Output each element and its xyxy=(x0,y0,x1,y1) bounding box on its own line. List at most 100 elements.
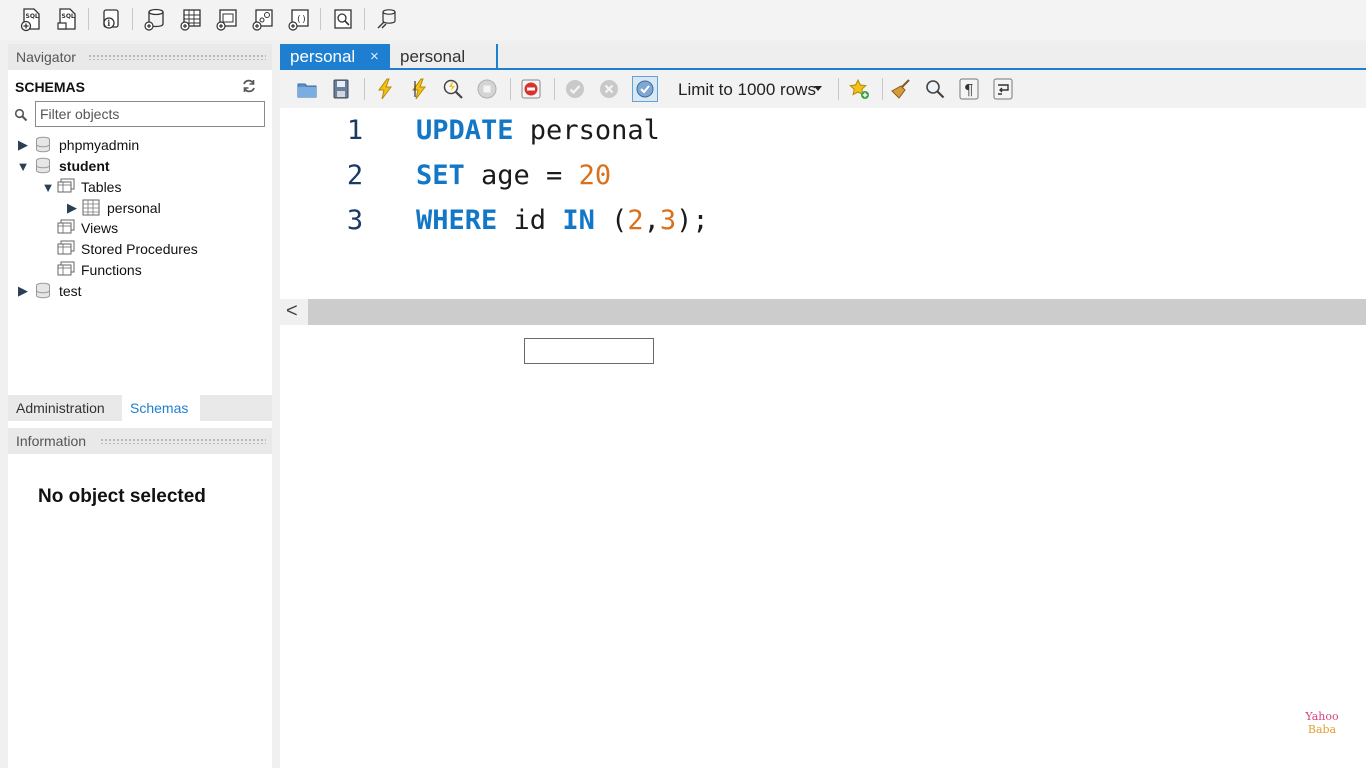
create-table-button[interactable] xyxy=(176,4,206,34)
toggle-word-wrap-button[interactable] xyxy=(990,76,1016,102)
tree-item-label: test xyxy=(59,283,82,299)
sql-token: , xyxy=(643,205,660,236)
find-button[interactable] xyxy=(922,76,948,102)
rollback-button[interactable] xyxy=(596,76,622,102)
create-function-button[interactable]: () xyxy=(284,4,314,34)
watermark-line: Yahoo xyxy=(1305,710,1339,723)
open-sql-script-button[interactable]: SQL xyxy=(52,4,82,34)
stop-icon xyxy=(477,79,497,99)
svg-text:i: i xyxy=(107,18,110,28)
beautify-button[interactable] xyxy=(888,76,914,102)
limit-rows-select[interactable]: Limit to 1000 rows xyxy=(668,77,828,103)
explain-button[interactable] xyxy=(440,76,466,102)
tree-item-label: Tables xyxy=(81,179,122,195)
svg-text:(): () xyxy=(296,15,307,25)
expand-arrow-icon[interactable]: ▶ xyxy=(16,137,30,152)
editor-area: personal × personal Limit to 1000 rows ¶… xyxy=(280,44,1366,768)
save-icon xyxy=(333,79,349,99)
tree-item-phpmyadmin[interactable]: ▶ phpmyadmin xyxy=(16,135,139,155)
toolbar-separator xyxy=(364,78,365,100)
scroll-left-arrow-icon[interactable]: < xyxy=(286,300,298,323)
tree-item-label: phpmyadmin xyxy=(59,137,140,153)
svg-text:SQL: SQL xyxy=(26,13,39,20)
expand-arrow-icon[interactable]: ▶ xyxy=(16,283,30,298)
result-placeholder-box xyxy=(524,338,654,364)
tree-item-label: Views xyxy=(81,220,119,236)
create-schema-button[interactable] xyxy=(140,4,170,34)
toolbar-separator xyxy=(882,78,883,100)
tree-item-label: Stored Procedures xyxy=(81,241,198,257)
watermark-line: Baba xyxy=(1307,723,1337,736)
new-sql-tab-button[interactable]: SQL xyxy=(16,4,46,34)
reconnect-button[interactable] xyxy=(372,4,402,34)
information-header-label: Information xyxy=(16,433,87,449)
refresh-icon[interactable] xyxy=(241,78,257,94)
word-wrap-icon xyxy=(993,78,1013,100)
tree-item-functions[interactable]: Functions xyxy=(55,260,142,280)
create-view-icon xyxy=(216,9,237,31)
expand-arrow-icon[interactable]: ▶ xyxy=(65,200,79,215)
toolbar-separator xyxy=(320,8,321,30)
toolbar-separator xyxy=(510,78,511,100)
tree-item-label: personal xyxy=(107,200,161,216)
navigator-panel: Navigator SCHEMAS ▶ phpmyadmin ▼ student… xyxy=(8,44,272,768)
collapse-arrow-icon[interactable]: ▼ xyxy=(41,180,55,195)
panel-grip xyxy=(100,438,266,444)
tab-personal[interactable]: personal xyxy=(390,44,498,68)
sql-keyword: IN xyxy=(562,205,595,236)
result-area xyxy=(280,334,1366,768)
create-view-button[interactable] xyxy=(212,4,242,34)
execute-current-button[interactable] xyxy=(406,76,432,102)
tab-personal-active[interactable]: personal × xyxy=(280,44,390,68)
autocommit-toggle-button[interactable] xyxy=(632,76,658,102)
toolbar-separator xyxy=(88,8,89,30)
lightning-cursor-icon xyxy=(412,78,426,100)
add-snippet-button[interactable] xyxy=(846,76,872,102)
search-table-data-icon xyxy=(334,9,352,29)
folder-procedures-icon xyxy=(57,240,75,255)
toolbar-separator xyxy=(132,8,133,30)
folder-functions-icon xyxy=(57,261,75,276)
toggle-continue-on-error-button[interactable] xyxy=(518,76,544,102)
lightning-icon xyxy=(378,78,392,100)
open-file-button[interactable] xyxy=(294,76,320,102)
svg-text:¶: ¶ xyxy=(964,81,974,99)
cancel-icon xyxy=(600,80,618,98)
filter-objects-input[interactable] xyxy=(35,101,265,127)
tab-schemas[interactable]: Schemas xyxy=(122,395,200,421)
code-line: 2 SET age = 20 xyxy=(280,160,1366,200)
folder-icon xyxy=(297,83,317,98)
search-table-data-button[interactable] xyxy=(328,4,358,34)
tree-item-tables[interactable]: ▼ Tables xyxy=(41,177,121,197)
stop-button[interactable] xyxy=(474,76,500,102)
close-tab-icon[interactable]: × xyxy=(370,48,379,65)
broom-icon xyxy=(891,79,910,99)
navigator-bottom-tabs: Administration Schemas xyxy=(8,395,272,421)
sql-number: 20 xyxy=(578,160,612,191)
commit-button[interactable] xyxy=(562,76,588,102)
toolbar-separator xyxy=(554,78,555,100)
tree-item-views[interactable]: Views xyxy=(55,218,118,238)
tree-item-student[interactable]: ▼ student xyxy=(16,156,110,176)
autocommit-icon xyxy=(636,80,654,98)
create-table-icon xyxy=(180,9,201,31)
tree-item-personal-table[interactable]: ▶ personal xyxy=(65,198,161,218)
inspector-button[interactable]: i xyxy=(96,4,126,34)
svg-text:SQL: SQL xyxy=(62,13,75,20)
database-icon xyxy=(36,136,50,153)
chevron-down-icon[interactable] xyxy=(814,86,822,91)
toggle-invisible-chars-button[interactable]: ¶ xyxy=(956,76,982,102)
horizontal-scrollbar[interactable]: < xyxy=(280,299,1366,325)
tree-item-stored-procedures[interactable]: Stored Procedures xyxy=(55,239,198,259)
tree-item-test[interactable]: ▶ test xyxy=(16,281,82,301)
execute-all-button[interactable] xyxy=(372,76,398,102)
scrollbar-track[interactable] xyxy=(308,299,1366,325)
database-icon xyxy=(36,282,50,299)
collapse-arrow-icon[interactable]: ▼ xyxy=(16,159,30,174)
save-button[interactable] xyxy=(328,76,354,102)
create-schema-icon xyxy=(144,8,164,31)
tab-administration[interactable]: Administration xyxy=(8,395,122,421)
star-add-icon xyxy=(849,78,869,99)
table-icon xyxy=(82,199,100,216)
create-procedure-button[interactable] xyxy=(248,4,278,34)
